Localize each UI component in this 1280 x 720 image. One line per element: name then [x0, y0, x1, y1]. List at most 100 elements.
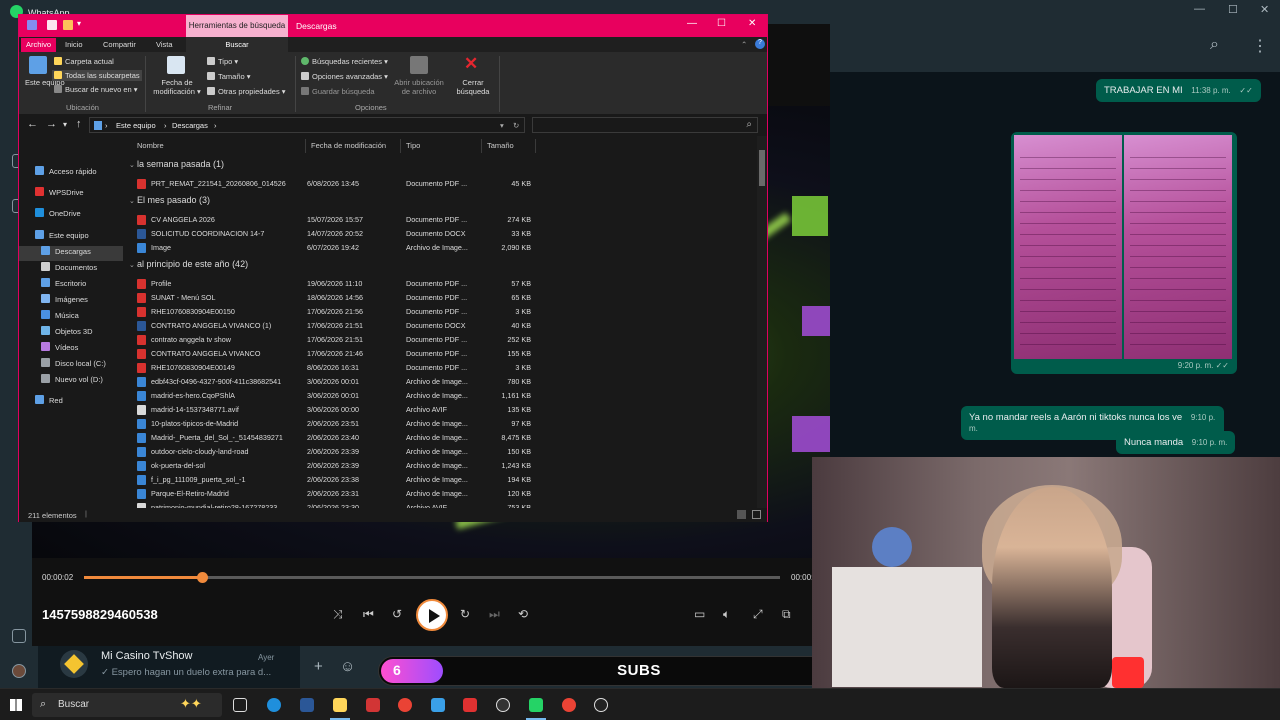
- app-f-icon[interactable]: [431, 698, 445, 712]
- wps-icon[interactable]: [463, 698, 477, 712]
- column-separator[interactable]: [535, 139, 536, 153]
- guardar-busqueda-button[interactable]: Guardar búsqueda: [301, 87, 375, 96]
- attach-plus-icon[interactable]: +: [314, 658, 323, 675]
- file-row[interactable]: SUNAT - Menú SOL 18/06/2026 14:56 Document…: [123, 291, 543, 305]
- opciones-avanzadas-dropdown[interactable]: Opciones avanzadas ▾: [301, 72, 388, 81]
- tab-buscar[interactable]: Buscar: [186, 37, 288, 52]
- collapse-chevron-icon[interactable]: ⌄: [129, 197, 137, 205]
- file-row[interactable]: CV ANGGELA 2026 15/07/2026 15:57 Documento…: [123, 213, 543, 227]
- column-nombre-header[interactable]: Nombre: [137, 141, 164, 150]
- file-row[interactable]: RHE10760830904E00150 17/06/2026 21:56 Docu…: [123, 305, 543, 319]
- recent-locations-icon[interactable]: ▾: [63, 120, 67, 129]
- tab-archivo[interactable]: Archivo: [21, 38, 57, 52]
- forward-30-icon[interactable]: ↻: [460, 607, 470, 621]
- vertical-scrollbar[interactable]: [757, 136, 767, 508]
- scrollbar-thumb[interactable]: [759, 150, 765, 186]
- obs-icon[interactable]: [496, 698, 510, 712]
- file-row[interactable]: edbf43cf-0496-4327-900f-411c38682541 3/06…: [123, 375, 543, 389]
- taskbar-search[interactable]: ⌕ Buscar ✦✦: [32, 693, 222, 717]
- new-folder-icon[interactable]: [63, 20, 73, 30]
- app-icon[interactable]: [366, 698, 380, 712]
- quick-access-dropdown-icon[interactable]: ▾: [77, 19, 81, 28]
- todas-subcarpetas-button[interactable]: Todas las subcarpetas: [52, 70, 142, 81]
- group-header[interactable]: ⌄ El mes pasado (3): [129, 195, 210, 205]
- file-row[interactable]: madrid-14-1537348771.avif 3/06/2026 00:00…: [123, 403, 543, 417]
- file-row[interactable]: f_i_pg_111009_puerta_sol_-1 2/06/2026 23:…: [123, 473, 543, 487]
- large-icons-view-icon[interactable]: [752, 510, 761, 519]
- nav-videos[interactable]: Vídeos: [41, 342, 78, 352]
- photo-thumbnail[interactable]: [1014, 135, 1122, 359]
- fecha-modificacion-button[interactable]: Fecha de modificación ▾: [149, 78, 205, 96]
- next-icon[interactable]: ⏭: [489, 607, 500, 622]
- breadcrumb-descargas[interactable]: Descargas: [172, 121, 208, 130]
- file-row[interactable]: outdoor-cielo-cloudy-land-road 2/06/2026 …: [123, 445, 543, 459]
- help-icon[interactable]: ?: [755, 39, 765, 49]
- chrome-icon[interactable]: [398, 698, 412, 712]
- search-icon[interactable]: ⌕: [746, 119, 752, 130]
- tab-vista[interactable]: Vista: [156, 40, 173, 49]
- collapse-chevron-icon[interactable]: ⌄: [129, 161, 137, 169]
- nav-nuevo-vol-d[interactable]: Nuevo vol (D:): [41, 374, 103, 384]
- photo-thumbnail[interactable]: [1124, 135, 1232, 359]
- file-row[interactable]: Profile 19/06/2026 11:10 Documento PDF ...…: [123, 277, 543, 291]
- task-view-icon[interactable]: [233, 698, 247, 712]
- search-icon[interactable]: ⌕: [1210, 36, 1219, 54]
- collapse-ribbon-icon[interactable]: ⌃: [741, 40, 747, 49]
- chat-list-item[interactable]: Mi Casino TvShow Ayer ✓ Espero hagan un …: [38, 646, 300, 688]
- file-explorer-icon[interactable]: [333, 698, 347, 712]
- nav-este-equipo[interactable]: Este equipo: [35, 230, 89, 240]
- nav-wpsdrive[interactable]: WPSDrive: [35, 187, 84, 197]
- nav-objetos-3d[interactable]: Objetos 3D: [41, 326, 93, 336]
- nav-escritorio[interactable]: Escritorio: [41, 278, 86, 288]
- column-tamano-header[interactable]: Tamaño: [487, 141, 514, 150]
- fullscreen-icon[interactable]: ⤢: [753, 607, 763, 622]
- minimize-icon[interactable]: —: [687, 18, 697, 29]
- address-dropdown-icon[interactable]: ▾: [500, 121, 504, 130]
- maximize-icon[interactable]: ☐: [1228, 3, 1238, 16]
- collapse-chevron-icon[interactable]: ⌄: [129, 261, 137, 269]
- file-row[interactable]: Madrid-_Puerta_del_Sol_-_51454839271 2/06…: [123, 431, 543, 445]
- nav-onedrive[interactable]: OneDrive: [35, 208, 81, 218]
- whatsapp-icon[interactable]: [529, 698, 543, 712]
- forward-icon[interactable]: →: [46, 118, 57, 130]
- nav-disco-c[interactable]: Disco local (C:): [41, 358, 106, 368]
- group-header[interactable]: ⌄ la semana pasada (1): [129, 159, 224, 169]
- otras-propiedades-dropdown[interactable]: Otras propiedades ▾: [207, 87, 286, 96]
- minimize-icon[interactable]: —: [1194, 3, 1205, 15]
- busquedas-recientes-dropdown[interactable]: Búsquedas recientes ▾: [301, 57, 388, 66]
- previous-icon[interactable]: ⏮: [363, 607, 374, 622]
- seek-bar[interactable]: [84, 572, 780, 583]
- windows-start-icon[interactable]: [10, 699, 22, 711]
- tipo-dropdown[interactable]: Tipo ▾: [207, 57, 238, 66]
- edge-icon[interactable]: [267, 698, 281, 712]
- breadcrumb-este-equipo[interactable]: Este equipo: [116, 121, 156, 130]
- menu-icon[interactable]: ⋮: [1252, 36, 1268, 56]
- sticker-icon[interactable]: ☺: [340, 658, 355, 675]
- address-bar[interactable]: › Este equipo › Descargas › ▾ ↻: [89, 117, 525, 133]
- miniplayer-icon[interactable]: ⧉: [782, 607, 791, 622]
- rewind-10-icon[interactable]: ↺: [392, 607, 402, 621]
- file-row[interactable]: CONTRATO ANGGELA VIVANCO (1) 17/06/2026 2…: [123, 319, 543, 333]
- repeat-off-icon[interactable]: ⟲: [518, 607, 528, 621]
- image-message[interactable]: 9:20 p. m. ✓✓: [1011, 132, 1237, 374]
- search-input[interactable]: ⌕: [532, 117, 758, 133]
- column-tipo-header[interactable]: Tipo: [406, 141, 420, 150]
- file-row[interactable]: SOLICITUD COORDINACION 14-7 14/07/2026 20…: [123, 227, 543, 241]
- word-icon[interactable]: [300, 698, 314, 712]
- archive-icon[interactable]: [12, 629, 26, 643]
- breadcrumb-chevron-icon[interactable]: ›: [164, 121, 167, 130]
- file-row[interactable]: contrato anggela tv show 17/06/2026 21:51…: [123, 333, 543, 347]
- column-separator[interactable]: [481, 139, 482, 153]
- este-equipo-button[interactable]: Este equipo: [25, 78, 65, 87]
- nav-red[interactable]: Red: [35, 395, 63, 405]
- nav-musica[interactable]: Música: [41, 310, 79, 320]
- close-icon[interactable]: ✕: [1260, 3, 1269, 16]
- play-button[interactable]: [416, 599, 448, 631]
- file-row[interactable]: patrimonio-mundial-retiro28-167278233...…: [123, 501, 543, 508]
- file-row[interactable]: 10-platos-tipicos-de-Madrid 2/06/2026 23:…: [123, 417, 543, 431]
- file-row[interactable]: madrid-es-hero.CqoPShlA 3/06/2026 00:01 Ar…: [123, 389, 543, 403]
- column-separator[interactable]: [305, 139, 306, 153]
- nav-acceso-rapido[interactable]: Acceso rápido: [35, 166, 97, 176]
- carpeta-actual-button[interactable]: Carpeta actual: [54, 57, 114, 66]
- volume-icon[interactable]: 🔈︎: [723, 607, 730, 622]
